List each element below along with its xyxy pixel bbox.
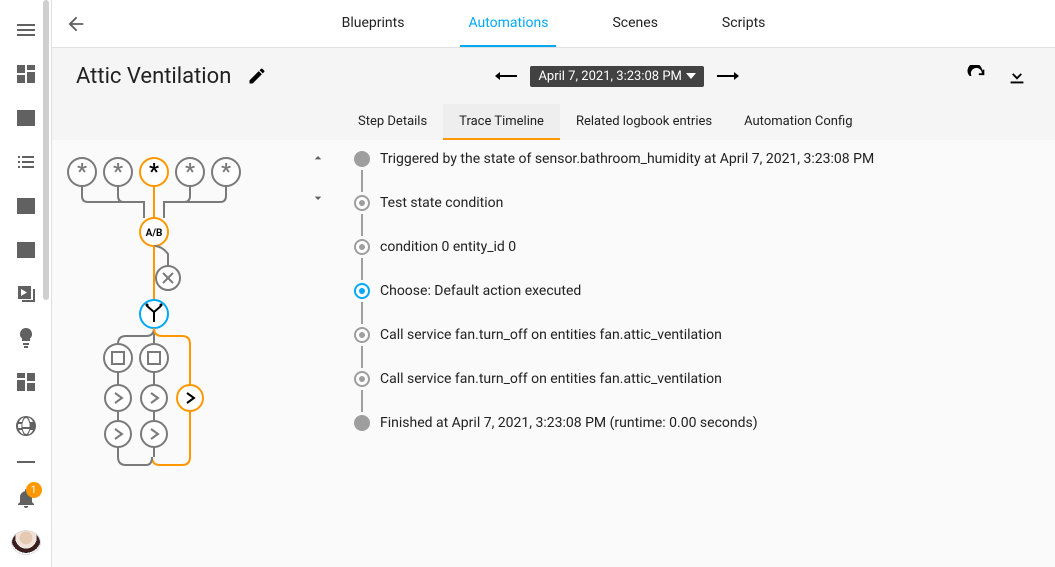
timeline-text: Call service fan.turn_off on entities fa… xyxy=(380,371,722,387)
timeline-item[interactable]: Triggered by the state of sensor.bathroo… xyxy=(354,148,1043,170)
edit-button[interactable] xyxy=(243,62,271,90)
download-button[interactable] xyxy=(1003,62,1031,90)
chevron-down-icon xyxy=(686,71,696,81)
timeline-item[interactable]: Call service fan.turn_off on entities fa… xyxy=(354,324,1043,346)
timeline-text: condition 0 entity_id 0 xyxy=(380,239,516,255)
trace-graph: * * * * xyxy=(52,140,342,567)
timeline-dot xyxy=(354,195,370,211)
timeline-item[interactable]: condition 0 entity_id 0 xyxy=(354,236,1043,258)
graph-collapse-up[interactable] xyxy=(308,148,328,168)
primary-tabs: Blueprints Automations Scenes Scripts xyxy=(100,1,1007,47)
top-bar: Blueprints Automations Scenes Scripts xyxy=(52,0,1055,48)
timeline-text: Test state condition xyxy=(380,195,503,211)
timeline-dot xyxy=(354,151,370,167)
svg-text:*: * xyxy=(185,160,195,185)
svg-text:*: * xyxy=(113,160,123,185)
tab-scenes[interactable]: Scenes xyxy=(604,1,665,47)
subtab-config[interactable]: Automation Config xyxy=(728,104,868,140)
timeline-item[interactable]: Call service fan.turn_off on entities fa… xyxy=(354,368,1043,390)
svg-text:A/B: A/B xyxy=(146,228,163,239)
timeline-item[interactable]: Choose: Default action executed xyxy=(354,280,1043,302)
menu-icon[interactable] xyxy=(14,18,38,42)
graph-trigger-active: * xyxy=(140,158,168,186)
graph-node-default-action xyxy=(177,385,203,411)
scrollbar-hint xyxy=(43,0,49,300)
avatar[interactable] xyxy=(11,530,41,555)
timeline-connector xyxy=(354,390,1043,412)
layout-icon[interactable] xyxy=(14,370,38,394)
subtab-trace-timeline[interactable]: Trace Timeline xyxy=(443,104,560,140)
trace-subtabs: Step Details Trace Timeline Related logb… xyxy=(52,104,1055,140)
notifications-icon[interactable]: 1 xyxy=(14,486,38,510)
trace-date-picker[interactable]: April 7, 2021, 3:23:08 PM xyxy=(530,66,703,87)
list-icon[interactable] xyxy=(14,150,38,174)
subtab-step-details[interactable]: Step Details xyxy=(342,104,443,140)
trace-graph-svg[interactable]: * * * * xyxy=(60,152,290,472)
tab-blueprints[interactable]: Blueprints xyxy=(334,1,413,47)
timeline-text: Call service fan.turn_off on entities fa… xyxy=(380,327,722,343)
nav-rail: 1 xyxy=(0,0,52,567)
idea-icon[interactable] xyxy=(14,326,38,350)
graph-node-choose xyxy=(140,300,168,328)
tab-scripts[interactable]: Scripts xyxy=(714,1,773,47)
graph-collapse-down[interactable] xyxy=(308,188,328,208)
timeline-text: Choose: Default action executed xyxy=(380,283,581,299)
svg-text:*: * xyxy=(149,160,159,185)
subtab-logbook[interactable]: Related logbook entries xyxy=(560,104,728,140)
graph-node-ab: A/B xyxy=(140,218,168,246)
timeline-text: Finished at April 7, 2021, 3:23:08 PM (r… xyxy=(380,415,758,431)
media-icon[interactable] xyxy=(14,282,38,306)
notification-badge: 1 xyxy=(26,482,42,498)
back-button[interactable] xyxy=(52,13,100,35)
trace-next-button[interactable] xyxy=(716,71,740,81)
timeline-item[interactable]: Finished at April 7, 2021, 3:23:08 PM (r… xyxy=(354,412,1043,434)
people-icon[interactable] xyxy=(14,106,38,130)
timeline-connector xyxy=(354,214,1043,236)
tab-automations[interactable]: Automations xyxy=(460,1,556,47)
timeline-dot xyxy=(354,415,370,431)
trace-timeline-panel: Triggered by the state of sensor.bathroo… xyxy=(342,140,1055,567)
title-bar: Attic Ventilation April 7, 2021, 3:23:08… xyxy=(52,48,1055,104)
timeline-connector xyxy=(354,346,1043,368)
chart-icon[interactable] xyxy=(14,238,38,262)
timeline-text: Triggered by the state of sensor.bathroo… xyxy=(380,151,874,167)
timeline-item[interactable]: Test state condition xyxy=(354,192,1043,214)
terminal-icon[interactable] xyxy=(14,194,38,218)
trace-prev-button[interactable] xyxy=(494,71,518,81)
timeline-dot xyxy=(354,327,370,343)
page-title: Attic Ventilation xyxy=(76,64,231,89)
graph-node-cond-2 xyxy=(140,344,168,372)
main-area: Blueprints Automations Scenes Scripts At… xyxy=(52,0,1055,567)
graph-node-x xyxy=(156,266,180,290)
trace-date-label: April 7, 2021, 3:23:08 PM xyxy=(538,69,681,84)
timeline-connector xyxy=(354,258,1043,280)
graph-node-cond-1 xyxy=(104,344,132,372)
dashboard-icon[interactable] xyxy=(14,62,38,86)
refresh-button[interactable] xyxy=(963,62,991,90)
timeline-dot xyxy=(354,371,370,387)
svg-text:*: * xyxy=(221,160,231,185)
settings-icon[interactable] xyxy=(14,458,38,466)
content-row: * * * * xyxy=(52,140,1055,567)
timeline-dot xyxy=(354,239,370,255)
timeline-connector xyxy=(354,170,1043,192)
timeline-list: Triggered by the state of sensor.bathroo… xyxy=(354,148,1043,434)
timeline-dot xyxy=(354,283,370,299)
timeline-connector xyxy=(354,302,1043,324)
globe-icon[interactable] xyxy=(14,414,38,438)
svg-text:*: * xyxy=(77,160,87,185)
